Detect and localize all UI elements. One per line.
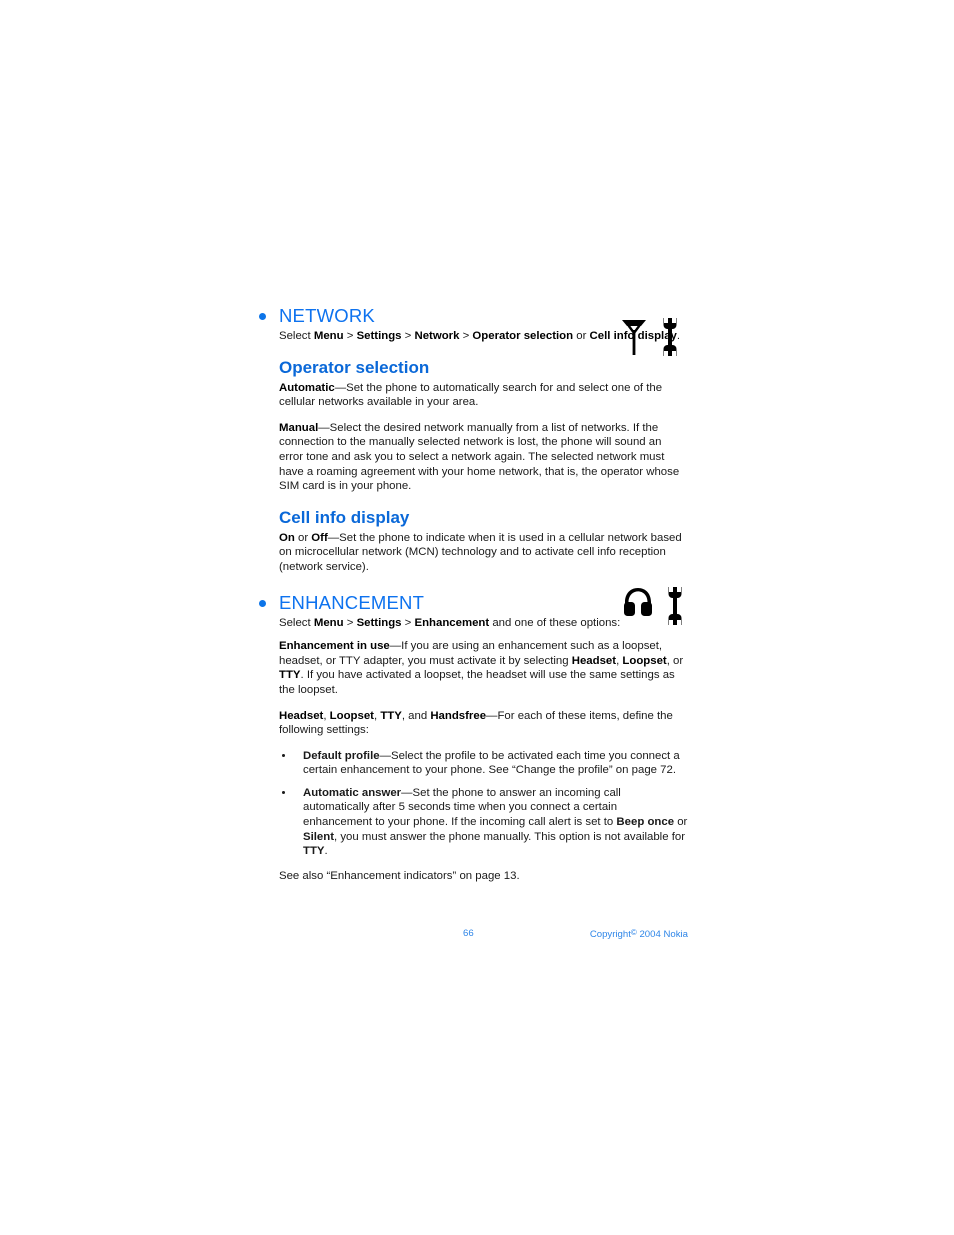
document-page: NETWORK Select Menu > Settings > Network… [0,0,954,1235]
page-title-enhancement: ENHANCEMENT [279,591,425,613]
paragraph-headset-loopset-tty-handsfree: Headset, Loopset, TTY, and Handsfree—For… [279,709,673,737]
bullet-dot-icon [282,790,285,794]
page-title-network: NETWORK [279,305,375,326]
section-bullet-icon [259,599,266,607]
cell-info-display-body: On or Off—Set the phone to indicate when… [279,531,688,575]
enhancement-heading-row: ENHANCEMENT [258,592,688,614]
list-item-text-automatic-answer: Automatic answer—Set the phone to answer… [303,786,688,858]
section-enhancement: ENHANCEMENT Select Menu > Settings > Enh… [258,592,688,884]
enhancement-intro-paragraph: Select Menu > Settings > Enhancement and… [279,616,621,629]
page-footer: 66 Copyright© 2004 Nokia [258,928,688,946]
bullet-dot-icon [282,753,285,757]
subheading-cell-info-display: Cell info display [279,507,410,527]
copyright-symbol: © [630,928,637,937]
list-item: Default profile—Select the profile to be… [279,749,688,778]
paragraph-manual: Manual—Select the desired network manual… [279,421,680,493]
enhancement-body: Select Menu > Settings > Enhancement and… [279,616,688,884]
section-network: NETWORK Select Menu > Settings > Network… [258,305,688,575]
paragraph-enhancement-in-use: Enhancement in use—If you are using an e… [279,640,684,696]
paragraph-on-off: On or Off—Set the phone to indicate when… [279,531,682,573]
paragraph-see-also: See also “Enhancement indicators” on pag… [279,869,520,882]
list-item-text-default-profile: Default profile—Select the profile to be… [303,749,680,777]
network-intro-paragraph: Select Menu > Settings > Network > Opera… [279,330,681,342]
enhancement-settings-list: Default profile—Select the profile to be… [279,749,688,859]
paragraph-automatic: Automatic—Set the phone to automatically… [279,381,663,409]
page-content: NETWORK Select Menu > Settings > Network… [258,305,688,894]
copyright-prefix: Copyright [589,929,631,940]
operator-selection-body: Automatic—Set the phone to automatically… [279,381,688,494]
section-bullet-icon [259,313,266,320]
network-body: Select Menu > Settings > Network > Opera… [279,329,688,344]
page-number: 66 [463,928,474,939]
copyright-notice: Copyright© 2004 Nokia [590,928,688,940]
copyright-suffix: 2004 Nokia [639,929,688,940]
subheading-operator-selection: Operator selection [279,357,430,377]
network-heading-row: NETWORK [258,305,688,327]
list-item: Automatic answer—Set the phone to answer… [279,786,688,859]
